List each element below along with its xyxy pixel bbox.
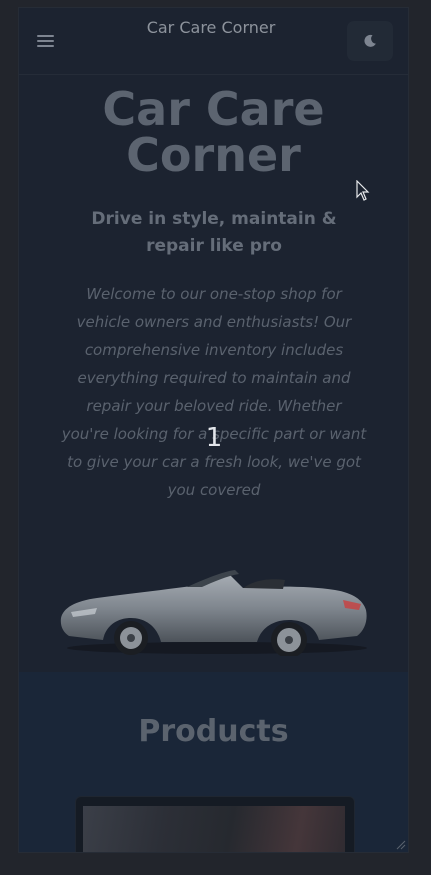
products-title: Products — [138, 714, 289, 749]
product-card[interactable] — [75, 796, 355, 852]
resize-handle-icon[interactable] — [394, 838, 406, 850]
hero-description: Welcome to our one-stop shop for vehicle… — [61, 285, 367, 499]
hero-subtitle: Drive in style, maintain & repair like p… — [91, 209, 337, 256]
carousel-indicator: 1 — [205, 423, 223, 453]
mouse-cursor-icon — [356, 180, 370, 201]
product-image — [83, 806, 345, 852]
convertible-car-image — [60, 570, 367, 656]
hamburger-menu-icon[interactable] — [35, 32, 57, 50]
app-frame: Car Care Corner Car Care Corner Drive in… — [18, 7, 409, 853]
theme-toggle-button[interactable] — [347, 21, 393, 61]
navbar: Car Care Corner — [19, 8, 408, 75]
brand-title[interactable]: Car Care Corner — [139, 16, 283, 40]
hero-title: Car Care Corner — [102, 82, 325, 182]
products-section: Products — [19, 672, 408, 852]
moon-icon — [364, 34, 376, 47]
